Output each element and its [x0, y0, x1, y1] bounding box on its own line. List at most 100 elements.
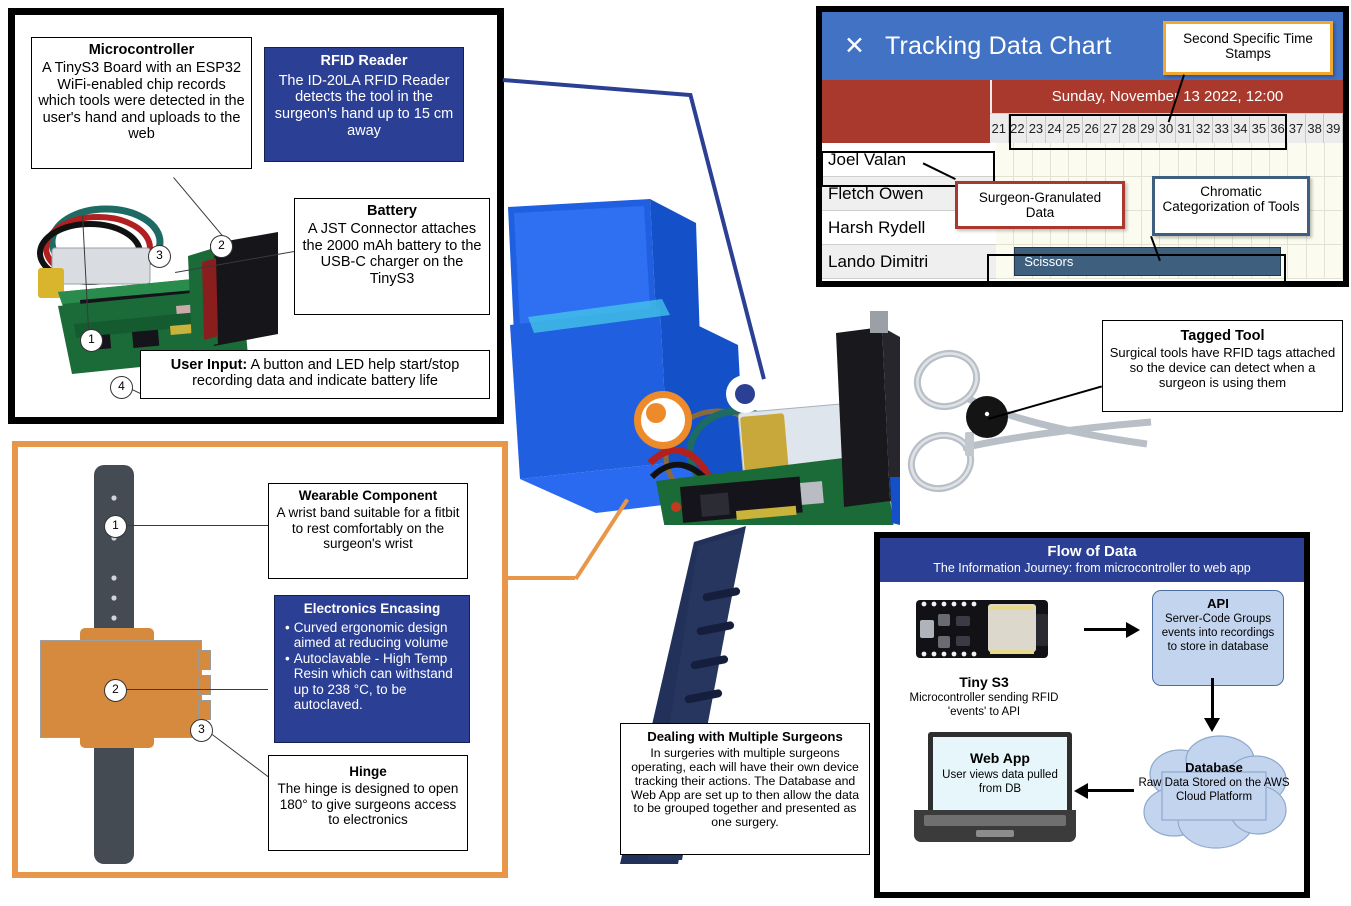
api-body: Server-Code Groups events into recording…: [1161, 613, 1275, 654]
arrowhead-api-to-database: [1204, 718, 1220, 732]
wristband-lugs-bottom: [80, 736, 154, 748]
chart-grid-cell: [1106, 143, 1124, 176]
tiny-s3-photo: [912, 592, 1052, 670]
callout-tagged-tool-body: Surgical tools have RFID tags attached s…: [1109, 345, 1336, 390]
chart-tick-labels: 21 22 23 24 25 26 27 28 29 30 31 32 33 34 35 36 37 38 39: [990, 113, 1343, 143]
callout-dot-orange-core: [646, 403, 666, 423]
chart-grid-cell: [1124, 177, 1143, 210]
callout-tagged-tool-title: Tagged Tool: [1180, 328, 1265, 344]
annotation-surgeon-granulated-data: Surgeon-Granulated Data: [955, 181, 1125, 229]
chart-title: Tracking Data Chart: [884, 31, 1112, 60]
annotation-time-stamps-text: Second Specific Time Stamps: [1183, 31, 1313, 62]
chart-grid-cell: [1307, 143, 1325, 176]
callout-electronics-encasing-title: Electronics Encasing: [303, 601, 441, 616]
database-title: Database: [1185, 760, 1243, 775]
chart-tick-row: 21 22 23 24 25 26 27 28 29 30 31 32 33 34 35 36 37 38 39: [822, 113, 1343, 143]
marker-3: 3: [148, 245, 171, 268]
chart-grid-cell: [1014, 143, 1033, 176]
chart-tick-26: 26: [1083, 114, 1102, 143]
api-title: API: [1207, 596, 1229, 611]
database-label: Database Raw Data Stored on the AWS Clou…: [1138, 760, 1290, 804]
chart-grid-cell: [1288, 245, 1307, 278]
chart-tick-34: 34: [1232, 114, 1251, 143]
chart-tick-27: 27: [1101, 114, 1121, 143]
marker-wearable-2: 2: [104, 679, 127, 702]
callout-wearable-component-title: Wearable Component: [298, 488, 438, 503]
tiny-s3-label: Tiny S3 Microcontroller sending RFID 'ev…: [896, 674, 1072, 719]
webapp-laptop-trackpad: [976, 830, 1014, 837]
marker-4: 4: [110, 376, 133, 399]
api-node: API Server-Code Groups events into recor…: [1152, 590, 1284, 686]
chart-grid-cell: [1288, 143, 1307, 176]
callout-multiple-surgeons-title: Dealing with Multiple Surgeons: [647, 729, 843, 744]
leader-encasing: [126, 689, 268, 691]
callout-dot-navy-core: [735, 384, 755, 404]
chart-grid-cell: [1179, 143, 1197, 176]
chart-grid-cell: [1270, 143, 1289, 176]
marker-wearable-3: 3: [190, 719, 213, 742]
chart-grid-cell: [1252, 143, 1270, 176]
annotation-surgeon-data-text: Surgeon-Granulated Data: [978, 190, 1102, 221]
chart-tick-23: 23: [1027, 114, 1046, 143]
chart-tick-33: 33: [1213, 114, 1232, 143]
chart-tick-29: 29: [1139, 114, 1158, 143]
close-icon[interactable]: ✕: [844, 31, 865, 61]
chart-grid-cell: [1325, 211, 1343, 244]
flow-body: Tiny S3 Microcontroller sending RFID 'ev…: [880, 582, 1304, 865]
flow-header: Flow of Data The Information Journey: fr…: [880, 538, 1304, 582]
chart-grid-cell: [1233, 143, 1252, 176]
chart-grid-cell: [1197, 143, 1216, 176]
callout-user-input: User Input: A button and LED help start/…: [140, 350, 490, 399]
marker-wearable-1: 1: [104, 515, 127, 538]
chart-surgeon-name: Lando Dimitri: [822, 245, 996, 279]
callout-hinge: Hinge The hinge is designed to open 180°…: [268, 755, 468, 851]
chart-tick-28: 28: [1120, 114, 1139, 143]
callout-hinge-title: Hinge: [349, 764, 387, 779]
annotation-chromatic-text: Chromatic Categorization of Tools: [1162, 184, 1300, 215]
chart-corner-cell: [822, 80, 992, 113]
chart-tick-24: 24: [1046, 114, 1065, 143]
connector-device-to-electronics-panel: [502, 78, 692, 98]
chart-tick-39: 39: [1324, 114, 1343, 143]
arrow-api-to-database: [1211, 678, 1214, 720]
chart-row[interactable]: Joel Valan: [822, 143, 1343, 177]
arrow-database-to-webapp: [1088, 789, 1134, 792]
flow-of-data-panel: Flow of Data The Information Journey: fr…: [874, 532, 1310, 898]
callout-microcontroller-title: Microcontroller: [88, 42, 195, 58]
chart-grid-cell: [996, 143, 1015, 176]
chart-grid-cell: [1087, 143, 1106, 176]
chart-grid-row: [996, 143, 1343, 177]
tiny-s3-title: Tiny S3: [959, 674, 1009, 690]
callout-hinge-body: The hinge is designed to open 180° to gi…: [277, 781, 459, 827]
chart-tool-bar[interactable]: Scissors: [1014, 247, 1281, 276]
chart-grid-cell: [1307, 245, 1325, 278]
encasing-bullet-2: Autoclavable - High Temp Resin which can…: [293, 650, 453, 713]
arrowhead-database-to-webapp: [1074, 783, 1088, 799]
callout-wearable-component: Wearable Component A wrist band suitable…: [268, 483, 468, 579]
chart-grid-cell: [1325, 143, 1343, 176]
callout-multiple-surgeons-body: In surgeries with multiple surgeons oper…: [630, 745, 860, 830]
chart-corner-cell-2: [822, 113, 990, 143]
arrow-tinys3-to-api: [1084, 628, 1128, 631]
chart-surgeon-name: Joel Valan: [822, 143, 996, 177]
callout-battery-body: A JST Connector attaches the 2000 mAh ba…: [302, 221, 482, 287]
chart-tick-35: 35: [1250, 114, 1269, 143]
chart-tick-32: 32: [1194, 114, 1213, 143]
chart-date-label: Sunday, November 13 2022, 12:00: [1051, 88, 1284, 105]
chart-grid-cell: [1215, 143, 1234, 176]
chart-row[interactable]: Lando Dimitri Scissors: [822, 245, 1343, 279]
database-body: Raw Data Stored on the AWS Cloud Platfor…: [1138, 777, 1290, 804]
chart-grid-cell: [1325, 177, 1343, 210]
flow-title: Flow of Data: [1047, 543, 1137, 560]
callout-multiple-surgeons: Dealing with Multiple Surgeons In surger…: [620, 723, 870, 855]
callout-rfid-reader-body: The ID-20LA RFID Reader detects the tool…: [274, 72, 454, 139]
chart-date-bar: Sunday, November 13 2022, 12:00: [822, 80, 1343, 113]
chart-grid-cell: [996, 245, 1015, 278]
chart-tick-31: 31: [1176, 114, 1195, 143]
chart-grid-row: Scissors: [996, 245, 1343, 279]
tiny-s3-body: Microcontroller sending RFID 'events' to…: [909, 692, 1059, 719]
callout-microcontroller: Microcontroller A TinyS3 Board with an E…: [31, 37, 252, 169]
chart-tick-36: 36: [1269, 114, 1288, 143]
callout-user-input-title: User Input:: [170, 357, 248, 373]
arrowhead-tinys3-to-api: [1126, 622, 1140, 638]
